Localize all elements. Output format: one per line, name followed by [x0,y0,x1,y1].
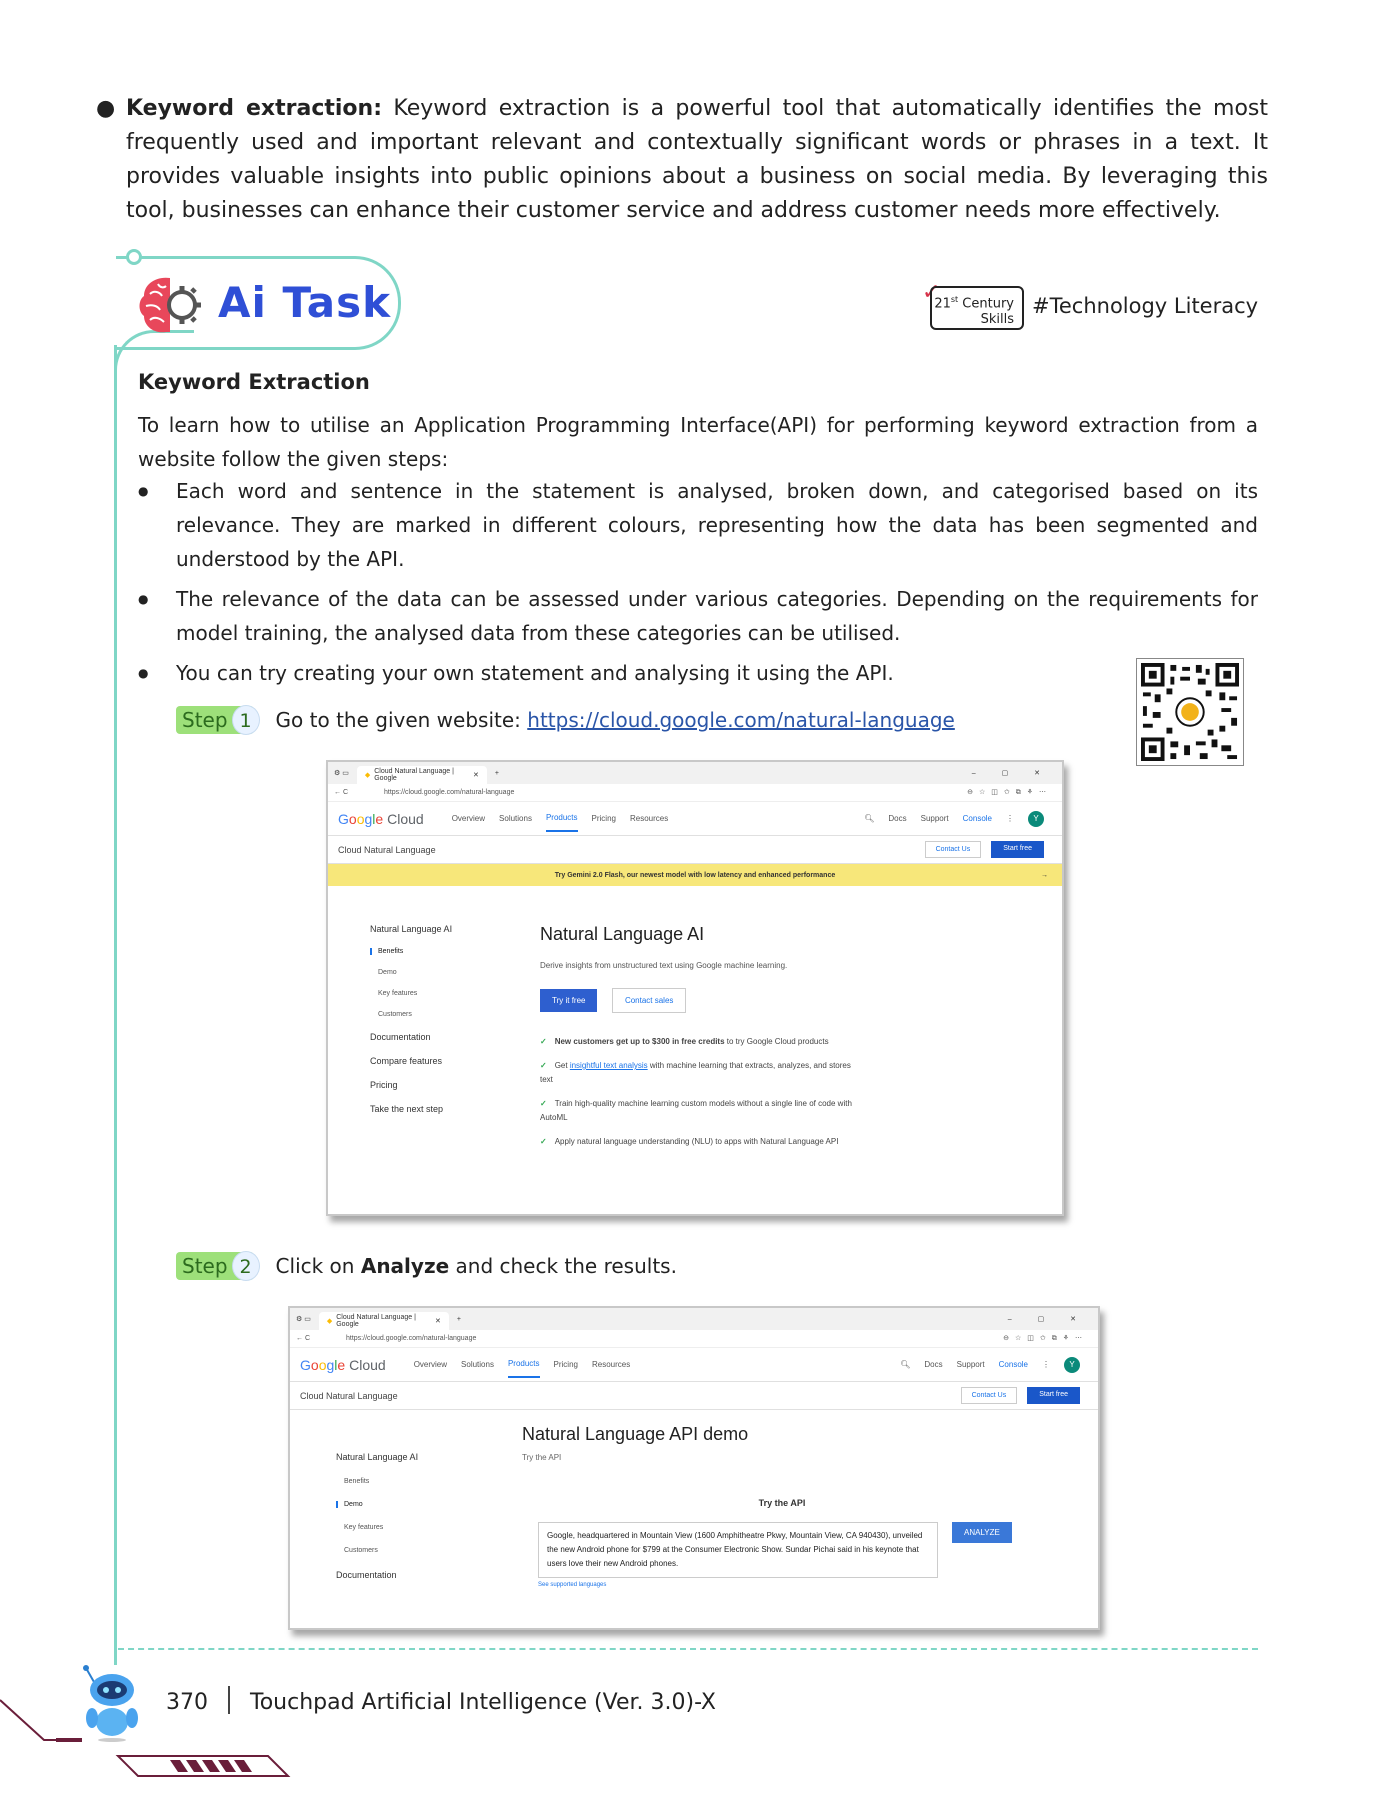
tab-bar: ⚙ ▭ ◆ Cloud Natural Language | Google ✕ + … [328,762,1062,784]
sample-text-input[interactable]: Google, headquartered in Mountain View (… [538,1522,938,1578]
step-label: Step 2 [176,1251,260,1281]
side-nav: Natural Language AI Benefits Demo Key fe… [370,924,540,1149]
url-bar[interactable]: ← Chttps://cloud.google.com/natural-lang… [290,1330,1098,1348]
bullet-item: You can try creating your own statement … [138,656,1258,690]
check-item: ✓ Get insightful text analysis with machi… [540,1061,851,1084]
corner-decoration [0,1699,291,1777]
avatar[interactable]: Y [1064,1356,1080,1373]
step-number: 2 [231,1251,260,1281]
bullet-item: Each word and sentence in the statement … [138,474,1258,576]
product-bar: Cloud Natural Language Contact Us Start … [328,836,1062,864]
browser-tab[interactable]: ◆ Cloud Natural Language | Google ✕ [318,1312,449,1330]
hashtag-label: #Technology Literacy [1032,294,1259,318]
step-2-text: Click on Analyze and check the results. [275,1254,677,1278]
section-title: Keyword Extraction [138,370,370,394]
contact-us-button[interactable]: Contact Us [924,841,982,858]
analyze-button[interactable]: ANALYZE [952,1522,1012,1543]
page-heading: Natural Language AI [540,924,705,944]
section-body: To learn how to utilise an Application P… [138,413,1258,471]
frame-line [114,345,117,1665]
bullet-item: The relevance of the data can be assesse… [138,582,1258,650]
more-icon[interactable]: ⋮ [1042,1360,1050,1369]
brain-gear-icon [139,277,201,333]
url-bar[interactable]: ← Chttps://cloud.google.com/natural-lang… [328,784,1062,802]
promo-banner[interactable]: Try Gemini 2.0 Flash, our newest model w… [328,864,1062,886]
check-item: ✓ New customers get up to $300 in free cr… [540,1037,829,1046]
product-bar: Cloud Natural Language Contact Us Start … [290,1382,1098,1410]
intro-term: Keyword extraction: [126,96,382,121]
check-item: ✓ Train high-quality machine learning cus… [540,1099,852,1122]
avatar[interactable]: Y [1028,810,1044,827]
contact-us-button[interactable]: Contact Us [960,1387,1018,1404]
demo-heading: Natural Language API demo [522,1424,749,1444]
task-title: Ai Task [218,278,392,327]
footer-divider [118,1648,1258,1650]
intro-paragraph: ● Keyword extraction: Keyword extraction… [96,92,1268,228]
start-free-button[interactable]: Start free [991,841,1044,858]
step-label: Step 1 [176,705,260,735]
browser-screenshot-2: ⚙ ▭ ◆ Cloud Natural Language | Google ✕ + … [288,1306,1100,1630]
contact-sales-button[interactable]: Contact sales [611,988,687,1013]
side-nav: Natural Language AI Benefits Demo Key fe… [336,1424,522,1588]
gc-nav: Google Cloud Overview Solutions Products… [290,1348,1098,1382]
book-title: Touchpad Artificial Intelligence (Ver. 3… [250,1690,716,1715]
steps-bullets: Each word and sentence in the statement … [138,474,1258,696]
website-link[interactable]: https://cloud.google.com/natural-languag… [527,708,955,732]
google-cloud-logo: Google Cloud [338,810,424,827]
google-cloud-logo: Google Cloud [300,1356,386,1373]
gc-nav: Google Cloud Overview Solutions Products… [328,802,1062,836]
search-icon[interactable]: 🔍︎ [864,814,874,823]
try-free-button[interactable]: Try it free [540,989,598,1012]
step-1: Step 1 Go to the given website: https://c… [176,705,955,735]
qr-code-icon [1136,658,1244,766]
task-badge-knob [126,249,142,265]
browser-tab[interactable]: ◆ Cloud Natural Language | Google ✕ [356,766,487,784]
century-skills-badge: 21st Century Skills [930,286,1024,330]
step-number: 1 [231,705,260,735]
more-icon[interactable]: ⋮ [1006,814,1014,823]
demo-content: Natural Language API demo Try the API Tr… [522,1424,1042,1588]
main-content: Natural Language AI Derive insights from… [540,924,860,1149]
start-free-button[interactable]: Start free [1027,1387,1080,1404]
supported-languages-link[interactable]: See supported languages [538,1582,1042,1588]
step-1-text: Go to the given website: https://cloud.g… [275,708,955,732]
search-icon[interactable]: 🔍︎ [900,1360,910,1369]
tab-bar: ⚙ ▭ ◆ Cloud Natural Language | Google ✕ + … [290,1308,1098,1330]
check-item: ✓ Apply natural language understanding (N… [540,1137,839,1146]
step-2: Step 2 Click on Analyze and check the res… [176,1251,677,1281]
bullet-dot: ● [96,96,116,121]
browser-screenshot-1: ⚙ ▭ ◆ Cloud Natural Language | Google ✕ + … [326,760,1064,1216]
